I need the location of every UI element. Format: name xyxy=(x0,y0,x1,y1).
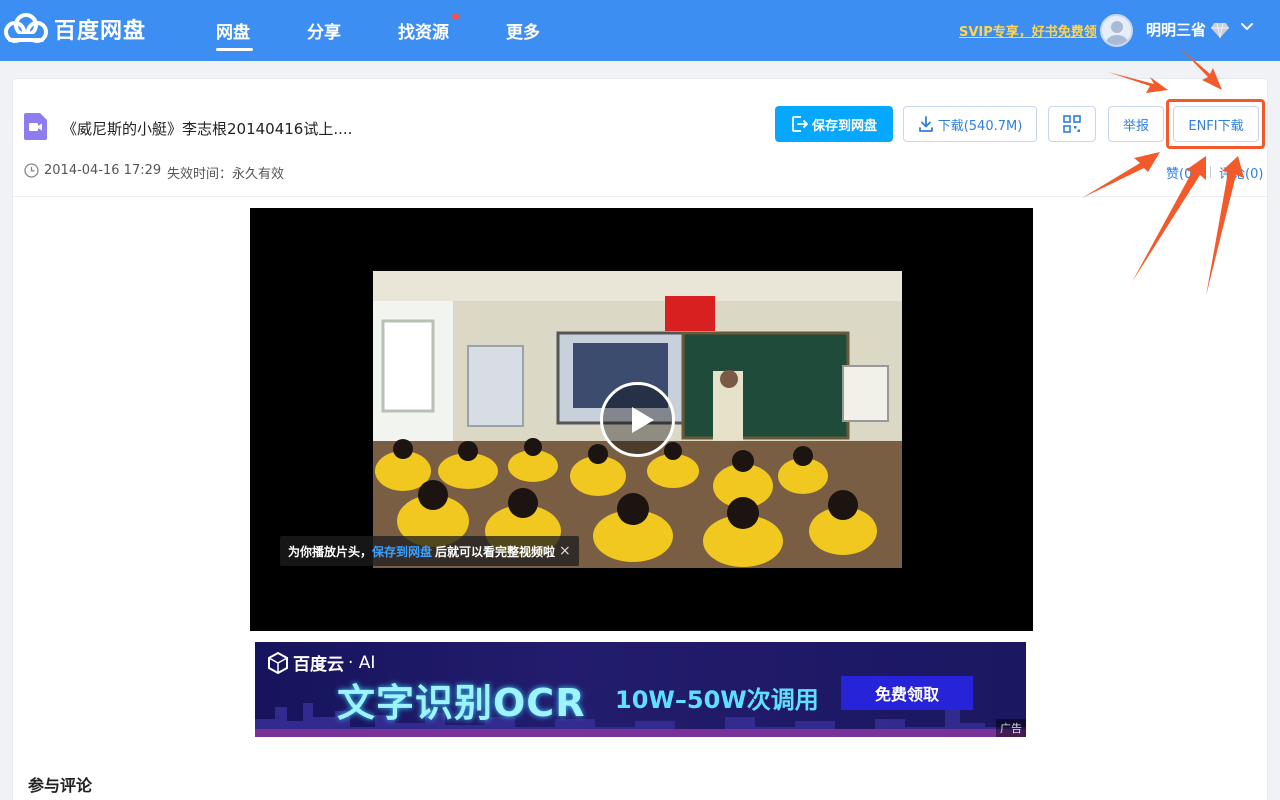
username[interactable]: 明明三省 xyxy=(1146,19,1206,40)
expire-time: 失效时间：永久有效 xyxy=(167,167,285,182)
ad-brand-suffix: · AI xyxy=(348,652,376,673)
save-to-disk-label: 保存到网盘 xyxy=(811,118,877,134)
video-file-icon xyxy=(24,113,47,140)
svip-promo-link[interactable]: SVIP专享，好书免费领 xyxy=(959,21,1097,40)
report-button[interactable]: 举报 xyxy=(1108,106,1164,142)
tip-prefix: 为你播放片头， xyxy=(288,544,373,559)
ad-subtitle: 10W–50W次调用 xyxy=(615,686,819,714)
save-to-disk-button[interactable]: 保存到网盘 xyxy=(775,106,893,142)
qr-code-icon xyxy=(1063,115,1081,133)
share-date: 2014-04-16 17:29 xyxy=(44,163,162,178)
header-divider xyxy=(13,196,1267,197)
save-to-disk-icon xyxy=(792,116,808,132)
tip-suffix: 后就可以看完整视频啦 xyxy=(435,544,556,559)
comments-section-title: 参与评论 xyxy=(28,776,93,795)
vip-diamond-icon xyxy=(1211,22,1229,39)
baidu-cloud-cube-icon xyxy=(268,651,288,674)
like-link[interactable]: 赞(0) xyxy=(1166,163,1197,182)
nav-more[interactable]: 更多 xyxy=(506,18,540,43)
clock-icon xyxy=(24,163,39,178)
nav-share[interactable]: 分享 xyxy=(307,18,341,43)
ad-title: 文字识别OCR xyxy=(337,681,586,725)
chevron-down-icon[interactable] xyxy=(1240,20,1254,34)
logo[interactable]: 百度网盘 xyxy=(4,11,146,47)
top-nav-bar: 百度网盘 网盘 分享 找资源 更多 SVIP专享，好书免费领 明明三省 xyxy=(0,0,1280,61)
ad-label: 广告 xyxy=(996,719,1026,737)
ad-cta-button[interactable]: 免费领取 xyxy=(841,676,973,710)
download-icon xyxy=(918,116,933,132)
ad-banner[interactable]: 百度云 · AI 文字识别OCR 10W–50W次调用 免费领取 广告 xyxy=(255,642,1026,737)
qr-code-button[interactable] xyxy=(1048,106,1096,142)
file-title: 《威尼斯的小艇》李志根20140416试上.... xyxy=(62,120,353,138)
nav-netdisk[interactable]: 网盘 xyxy=(216,18,250,43)
baidu-cloud-logo-icon xyxy=(4,13,48,43)
avatar[interactable] xyxy=(1100,14,1133,47)
report-label: 举报 xyxy=(1122,118,1149,134)
play-button[interactable] xyxy=(600,382,675,457)
download-label: 下载(540.7M) xyxy=(937,118,1023,134)
comment-link[interactable]: 评论(0) xyxy=(1219,163,1263,182)
preview-tip: 为你播放片头， 保存到网盘 后就可以看完整视频啦 × xyxy=(280,536,579,566)
nav-find-resources[interactable]: 找资源 xyxy=(398,18,449,43)
notification-dot xyxy=(452,13,459,20)
close-icon[interactable]: × xyxy=(559,543,571,559)
tip-save-link[interactable]: 保存到网盘 xyxy=(372,543,432,560)
meta-separator xyxy=(1210,166,1211,178)
annotation-highlight-box xyxy=(1166,99,1265,149)
download-button[interactable]: 下载(540.7M) xyxy=(903,106,1037,142)
logo-text: 百度网盘 xyxy=(54,19,147,44)
nav-active-indicator xyxy=(216,48,253,51)
